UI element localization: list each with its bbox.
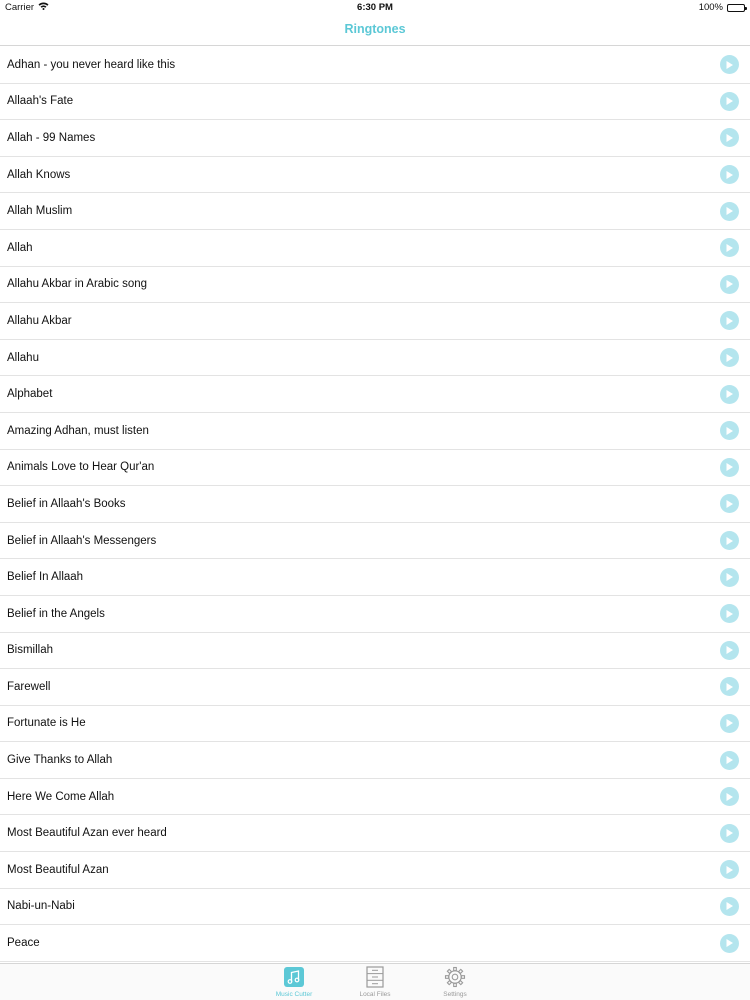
ringtone-name: Allahu Akbar in Arabic song: [7, 278, 148, 291]
play-icon[interactable]: [720, 860, 739, 880]
status-bar: Carrier 6:30 PM 100%: [0, 0, 750, 16]
status-time: 6:30 PM: [357, 2, 393, 13]
list-item[interactable]: Most Beautiful Azan: [0, 852, 750, 889]
list-item[interactable]: Alphabet: [0, 376, 750, 413]
list-item[interactable]: Allaah's Fate: [0, 84, 750, 121]
list-item[interactable]: Allah - 99 Names: [0, 120, 750, 157]
play-icon[interactable]: [720, 567, 739, 587]
play-icon[interactable]: [720, 713, 739, 733]
ringtone-name: Belief in Allaah's Books: [7, 497, 126, 510]
list-item[interactable]: Peace: [0, 925, 750, 962]
list-item[interactable]: Allah Muslim: [0, 193, 750, 230]
ringtone-name: Allahu: [7, 351, 39, 364]
play-icon[interactable]: [720, 787, 739, 807]
play-icon[interactable]: [720, 274, 739, 294]
list-item[interactable]: Here We Come Allah: [0, 779, 750, 816]
battery-icon: [727, 3, 747, 12]
ringtone-name: Peace: [7, 937, 40, 950]
play-icon[interactable]: [720, 348, 739, 368]
tab-local-files[interactable]: Local Files: [345, 966, 405, 998]
play-icon[interactable]: [720, 384, 739, 404]
play-icon[interactable]: [720, 896, 739, 916]
play-icon[interactable]: [720, 933, 739, 953]
play-icon[interactable]: [720, 165, 739, 185]
ringtone-name: Bismillah: [7, 644, 54, 657]
ringtone-name: Allah Muslim: [7, 205, 73, 218]
play-icon[interactable]: [720, 91, 739, 111]
list-item[interactable]: Belief in Allaah's Messengers: [0, 523, 750, 560]
play-icon[interactable]: [720, 201, 739, 221]
file-cabinet-icon: [345, 966, 405, 988]
ringtone-name: Allah: [7, 241, 33, 254]
ringtone-name: Most Beautiful Azan ever heard: [7, 827, 167, 840]
play-icon[interactable]: [720, 457, 739, 477]
play-icon[interactable]: [720, 640, 739, 660]
tab-label: Local Files: [359, 991, 391, 998]
list-item[interactable]: Animals Love to Hear Qur'an: [0, 450, 750, 487]
status-right: 100%: [698, 2, 747, 13]
ringtone-name: Nabi-un-Nabi: [7, 900, 75, 913]
list-item[interactable]: Adhan - you never heard like this: [0, 47, 750, 84]
gear-icon: [425, 966, 485, 988]
play-icon[interactable]: [720, 311, 739, 331]
ringtone-name: Farewell: [7, 680, 51, 693]
ringtone-name: Alphabet: [7, 388, 53, 401]
list-item[interactable]: Amazing Adhan, must listen: [0, 413, 750, 450]
list-item[interactable]: Belief In Allaah: [0, 559, 750, 596]
ringtone-name: Allah Knows: [7, 168, 71, 181]
ringtone-name: Belief In Allaah: [7, 571, 84, 584]
ringtone-name: Give Thanks to Allah: [7, 754, 113, 767]
play-icon[interactable]: [720, 421, 739, 441]
tab-label: Settings: [443, 991, 467, 998]
ringtone-name: Here We Come Allah: [7, 790, 115, 803]
play-icon[interactable]: [720, 494, 739, 514]
play-icon[interactable]: [720, 677, 739, 697]
list-item[interactable]: Allahu Akbar in Arabic song: [0, 267, 750, 304]
ringtone-name: Amazing Adhan, must listen: [7, 424, 149, 437]
ringtone-name: Allah - 99 Names: [7, 131, 96, 144]
list-item[interactable]: Allahu Akbar: [0, 303, 750, 340]
ringtone-name: Allaah's Fate: [7, 95, 74, 108]
list-item[interactable]: Belief in Allaah's Books: [0, 486, 750, 523]
ringtone-name: Belief in the Angels: [7, 607, 105, 620]
battery-percent: 100%: [698, 2, 723, 13]
list-item[interactable]: Farewell: [0, 669, 750, 706]
ringtone-name: Belief in Allaah's Messengers: [7, 534, 157, 547]
play-icon[interactable]: [720, 531, 739, 551]
play-icon[interactable]: [720, 128, 739, 148]
navigation-bar: Ringtones: [0, 16, 750, 46]
play-icon[interactable]: [720, 55, 739, 75]
play-icon[interactable]: [720, 238, 739, 258]
tab-music-cutter[interactable]: Music Cutter: [264, 966, 324, 998]
list-item[interactable]: Fortunate is He: [0, 706, 750, 743]
ringtone-name: Most Beautiful Azan: [7, 863, 109, 876]
music-note-icon: [264, 966, 324, 988]
ringtone-name: Adhan - you never heard like this: [7, 58, 176, 71]
ringtone-name: Allahu Akbar: [7, 314, 72, 327]
list-item[interactable]: Bismillah: [0, 633, 750, 670]
tab-bar: Music Cutter Local Files Settings: [0, 963, 750, 1000]
ringtone-list[interactable]: Adhan - you never heard like this Allaah'…: [0, 47, 750, 962]
list-item[interactable]: Give Thanks to Allah: [0, 742, 750, 779]
ringtone-name: Animals Love to Hear Qur'an: [7, 461, 155, 474]
page-title: Ringtones: [344, 22, 406, 36]
ringtone-name: Fortunate is He: [7, 717, 86, 730]
list-item[interactable]: Allah: [0, 230, 750, 267]
list-item[interactable]: Allah Knows: [0, 157, 750, 194]
play-icon[interactable]: [720, 750, 739, 770]
tab-label: Music Cutter: [275, 991, 313, 998]
play-icon[interactable]: [720, 823, 739, 843]
list-item[interactable]: Most Beautiful Azan ever heard: [0, 815, 750, 853]
list-item[interactable]: Nabi-un-Nabi: [0, 889, 750, 926]
tab-settings[interactable]: Settings: [425, 966, 485, 998]
list-item[interactable]: Allahu: [0, 340, 750, 377]
play-icon[interactable]: [720, 604, 739, 624]
list-item[interactable]: Belief in the Angels: [0, 596, 750, 633]
